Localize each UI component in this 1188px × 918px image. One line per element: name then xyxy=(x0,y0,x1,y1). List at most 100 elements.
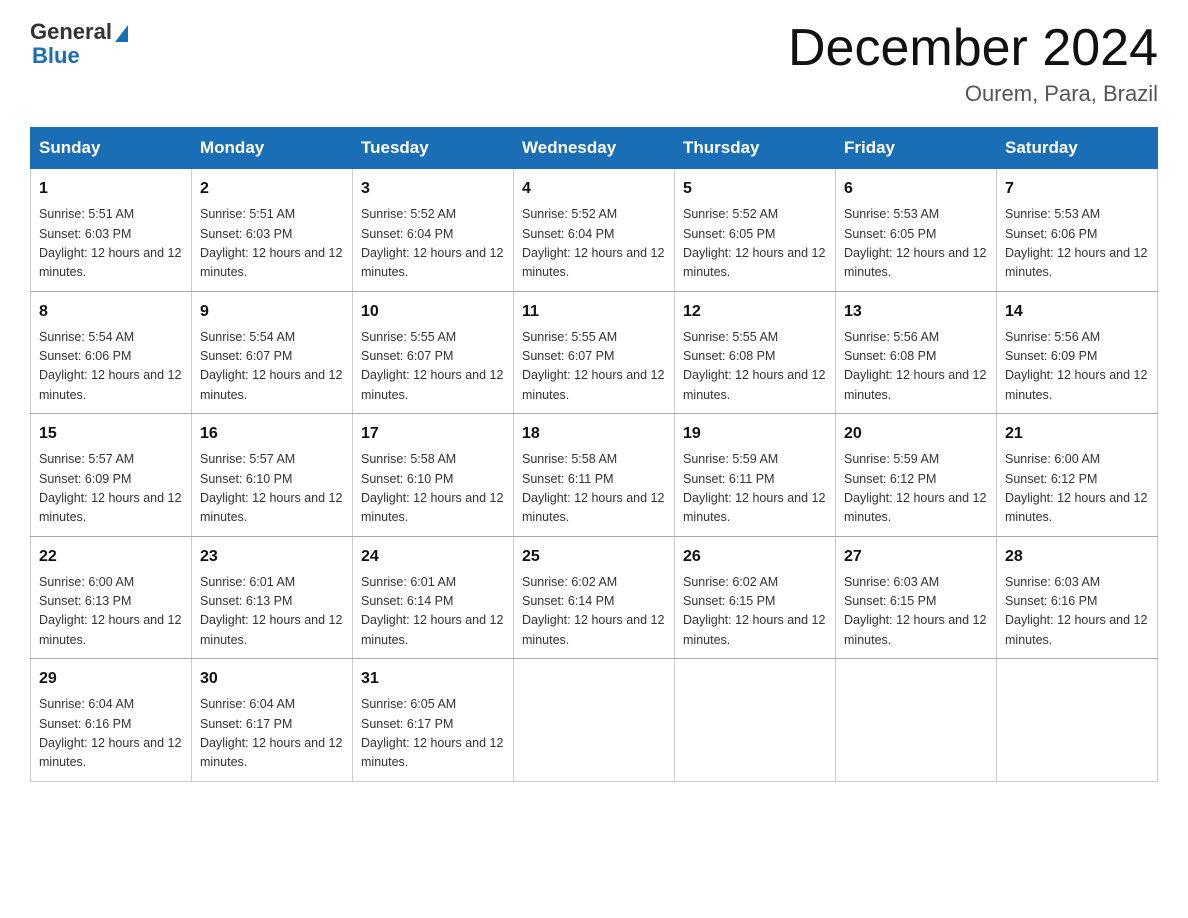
logo-text-general: General xyxy=(30,20,112,44)
calendar-cell: 28 Sunrise: 6:03 AMSunset: 6:16 PMDayligh… xyxy=(997,536,1158,659)
day-info: Sunrise: 5:53 AMSunset: 6:06 PMDaylight:… xyxy=(1005,205,1149,283)
calendar-cell: 19 Sunrise: 5:59 AMSunset: 6:11 PMDayligh… xyxy=(675,414,836,537)
day-number: 17 xyxy=(361,422,505,446)
day-number: 21 xyxy=(1005,422,1149,446)
day-info: Sunrise: 5:52 AMSunset: 6:04 PMDaylight:… xyxy=(522,205,666,283)
calendar-week-row: 22 Sunrise: 6:00 AMSunset: 6:13 PMDayligh… xyxy=(31,536,1158,659)
calendar-cell xyxy=(836,659,997,782)
calendar-cell: 22 Sunrise: 6:00 AMSunset: 6:13 PMDayligh… xyxy=(31,536,192,659)
day-info: Sunrise: 6:04 AMSunset: 6:16 PMDaylight:… xyxy=(39,695,183,773)
day-info: Sunrise: 5:53 AMSunset: 6:05 PMDaylight:… xyxy=(844,205,988,283)
day-number: 19 xyxy=(683,422,827,446)
calendar-title: December 2024 xyxy=(788,20,1158,77)
day-info: Sunrise: 5:57 AMSunset: 6:09 PMDaylight:… xyxy=(39,450,183,528)
day-number: 2 xyxy=(200,177,344,201)
calendar-cell: 5 Sunrise: 5:52 AMSunset: 6:05 PMDaylight… xyxy=(675,169,836,292)
calendar-cell: 27 Sunrise: 6:03 AMSunset: 6:15 PMDayligh… xyxy=(836,536,997,659)
calendar-header-tuesday: Tuesday xyxy=(353,128,514,169)
calendar-cell: 13 Sunrise: 5:56 AMSunset: 6:08 PMDayligh… xyxy=(836,291,997,414)
calendar-cell xyxy=(514,659,675,782)
calendar-cell: 12 Sunrise: 5:55 AMSunset: 6:08 PMDayligh… xyxy=(675,291,836,414)
calendar-cell: 24 Sunrise: 6:01 AMSunset: 6:14 PMDayligh… xyxy=(353,536,514,659)
calendar-cell: 31Sunrise: 6:05 AMSunset: 6:17 PMDayligh… xyxy=(353,659,514,782)
day-number: 20 xyxy=(844,422,988,446)
page-header: General Blue December 2024 Ourem, Para, … xyxy=(30,20,1158,107)
day-number: 10 xyxy=(361,300,505,324)
day-info: Sunrise: 5:57 AMSunset: 6:10 PMDaylight:… xyxy=(200,450,344,528)
day-number: 14 xyxy=(1005,300,1149,324)
day-number: 24 xyxy=(361,545,505,569)
day-info: Sunrise: 6:02 AMSunset: 6:15 PMDaylight:… xyxy=(683,573,827,651)
day-number: 11 xyxy=(522,300,666,324)
calendar-header-wednesday: Wednesday xyxy=(514,128,675,169)
day-info: Sunrise: 5:51 AMSunset: 6:03 PMDaylight:… xyxy=(200,205,344,283)
day-number: 22 xyxy=(39,545,183,569)
day-number: 7 xyxy=(1005,177,1149,201)
day-info: Sunrise: 6:01 AMSunset: 6:14 PMDaylight:… xyxy=(361,573,505,651)
day-info: Sunrise: 5:54 AMSunset: 6:07 PMDaylight:… xyxy=(200,328,344,406)
calendar-week-row: 8Sunrise: 5:54 AMSunset: 6:06 PMDaylight… xyxy=(31,291,1158,414)
day-info: Sunrise: 6:01 AMSunset: 6:13 PMDaylight:… xyxy=(200,573,344,651)
day-info: Sunrise: 5:52 AMSunset: 6:04 PMDaylight:… xyxy=(361,205,505,283)
calendar-cell: 7 Sunrise: 5:53 AMSunset: 6:06 PMDaylight… xyxy=(997,169,1158,292)
day-info: Sunrise: 5:56 AMSunset: 6:08 PMDaylight:… xyxy=(844,328,988,406)
day-info: Sunrise: 5:58 AMSunset: 6:11 PMDaylight:… xyxy=(522,450,666,528)
day-number: 6 xyxy=(844,177,988,201)
day-info: Sunrise: 6:02 AMSunset: 6:14 PMDaylight:… xyxy=(522,573,666,651)
day-number: 12 xyxy=(683,300,827,324)
calendar-cell: 15 Sunrise: 5:57 AMSunset: 6:09 PMDayligh… xyxy=(31,414,192,537)
day-info: Sunrise: 5:54 AMSunset: 6:06 PMDaylight:… xyxy=(39,328,183,406)
calendar-cell: 6 Sunrise: 5:53 AMSunset: 6:05 PMDaylight… xyxy=(836,169,997,292)
calendar-header-saturday: Saturday xyxy=(997,128,1158,169)
calendar-cell: 3 Sunrise: 5:52 AMSunset: 6:04 PMDaylight… xyxy=(353,169,514,292)
day-info: Sunrise: 5:55 AMSunset: 6:08 PMDaylight:… xyxy=(683,328,827,406)
day-info: Sunrise: 5:51 AMSunset: 6:03 PMDaylight:… xyxy=(39,205,183,283)
calendar-cell: 17 Sunrise: 5:58 AMSunset: 6:10 PMDayligh… xyxy=(353,414,514,537)
day-number: 27 xyxy=(844,545,988,569)
day-info: Sunrise: 5:58 AMSunset: 6:10 PMDaylight:… xyxy=(361,450,505,528)
day-number: 25 xyxy=(522,545,666,569)
day-number: 5 xyxy=(683,177,827,201)
day-info: Sunrise: 6:03 AMSunset: 6:16 PMDaylight:… xyxy=(1005,573,1149,651)
day-info: Sunrise: 5:59 AMSunset: 6:11 PMDaylight:… xyxy=(683,450,827,528)
day-number: 18 xyxy=(522,422,666,446)
calendar-cell: 25 Sunrise: 6:02 AMSunset: 6:14 PMDayligh… xyxy=(514,536,675,659)
calendar-cell xyxy=(997,659,1158,782)
day-info: Sunrise: 6:00 AMSunset: 6:13 PMDaylight:… xyxy=(39,573,183,651)
logo-text-blue: Blue xyxy=(32,44,128,68)
calendar-cell: 21 Sunrise: 6:00 AMSunset: 6:12 PMDayligh… xyxy=(997,414,1158,537)
calendar-subtitle: Ourem, Para, Brazil xyxy=(788,81,1158,107)
day-info: Sunrise: 6:05 AMSunset: 6:17 PMDaylight:… xyxy=(361,695,505,773)
day-number: 13 xyxy=(844,300,988,324)
calendar-cell xyxy=(675,659,836,782)
day-number: 15 xyxy=(39,422,183,446)
calendar-cell: 1Sunrise: 5:51 AMSunset: 6:03 PMDaylight… xyxy=(31,169,192,292)
calendar-cell: 18 Sunrise: 5:58 AMSunset: 6:11 PMDayligh… xyxy=(514,414,675,537)
day-number: 23 xyxy=(200,545,344,569)
day-number: 28 xyxy=(1005,545,1149,569)
day-number: 9 xyxy=(200,300,344,324)
day-info: Sunrise: 6:00 AMSunset: 6:12 PMDaylight:… xyxy=(1005,450,1149,528)
day-info: Sunrise: 5:52 AMSunset: 6:05 PMDaylight:… xyxy=(683,205,827,283)
day-number: 30 xyxy=(200,667,344,691)
day-number: 26 xyxy=(683,545,827,569)
calendar-cell: 9 Sunrise: 5:54 AMSunset: 6:07 PMDaylight… xyxy=(192,291,353,414)
calendar-cell: 8Sunrise: 5:54 AMSunset: 6:06 PMDaylight… xyxy=(31,291,192,414)
day-info: Sunrise: 5:59 AMSunset: 6:12 PMDaylight:… xyxy=(844,450,988,528)
day-number: 3 xyxy=(361,177,505,201)
calendar-cell: 20 Sunrise: 5:59 AMSunset: 6:12 PMDayligh… xyxy=(836,414,997,537)
calendar-cell: 4Sunrise: 5:52 AMSunset: 6:04 PMDaylight… xyxy=(514,169,675,292)
day-info: Sunrise: 6:04 AMSunset: 6:17 PMDaylight:… xyxy=(200,695,344,773)
day-info: Sunrise: 5:55 AMSunset: 6:07 PMDaylight:… xyxy=(361,328,505,406)
calendar-cell: 29Sunrise: 6:04 AMSunset: 6:16 PMDayligh… xyxy=(31,659,192,782)
calendar-cell: 10 Sunrise: 5:55 AMSunset: 6:07 PMDayligh… xyxy=(353,291,514,414)
day-info: Sunrise: 6:03 AMSunset: 6:15 PMDaylight:… xyxy=(844,573,988,651)
calendar-header-row: SundayMondayTuesdayWednesdayThursdayFrid… xyxy=(31,128,1158,169)
calendar-header-friday: Friday xyxy=(836,128,997,169)
calendar-week-row: 1Sunrise: 5:51 AMSunset: 6:03 PMDaylight… xyxy=(31,169,1158,292)
day-info: Sunrise: 5:55 AMSunset: 6:07 PMDaylight:… xyxy=(522,328,666,406)
calendar-cell: 30 Sunrise: 6:04 AMSunset: 6:17 PMDayligh… xyxy=(192,659,353,782)
calendar-header-monday: Monday xyxy=(192,128,353,169)
day-number: 16 xyxy=(200,422,344,446)
logo: General Blue xyxy=(30,20,128,68)
